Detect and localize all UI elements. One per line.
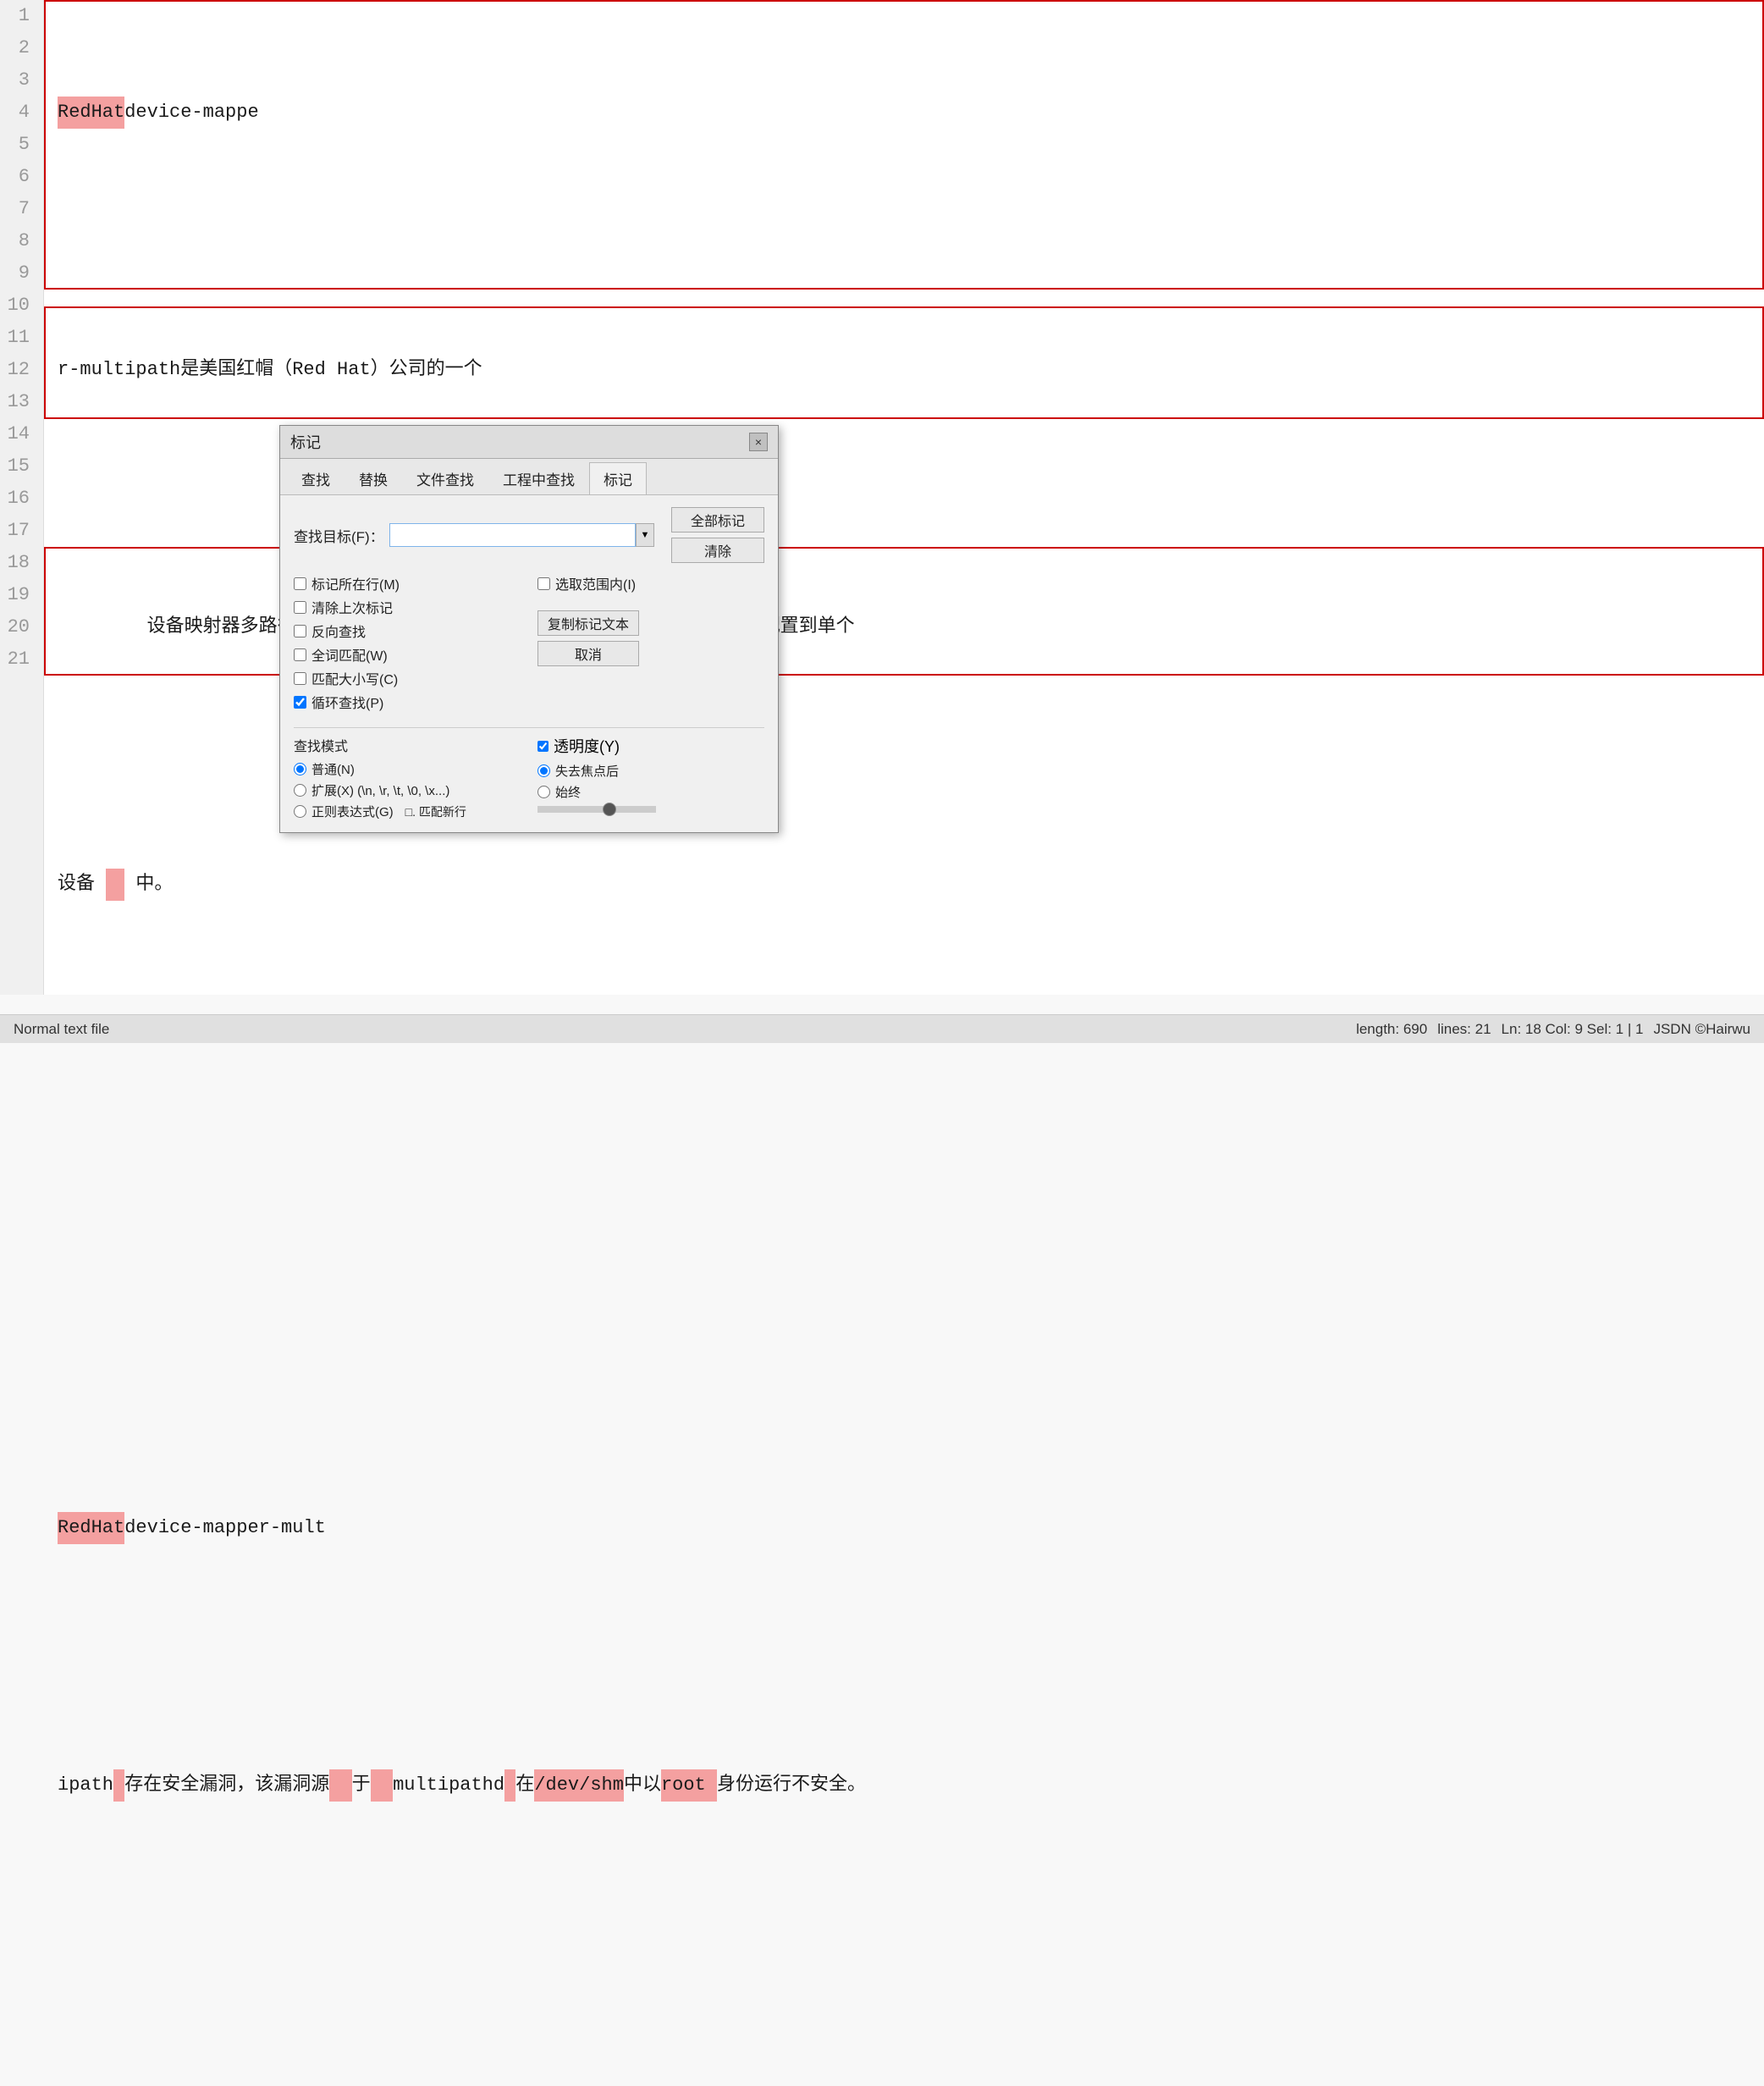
radio-on-focus-lost[interactable]: 失去焦点后 [537, 762, 764, 780]
cancel-button[interactable]: 取消 [537, 641, 639, 666]
status-bar: Normal text file length: 690 lines: 21 L… [0, 1014, 1764, 1043]
position-label: Ln: 18 Col: 9 Sel: 1 | 1 [1502, 1021, 1644, 1038]
radio-normal[interactable]: 普通(N) [294, 760, 521, 778]
tab-mark[interactable]: 标记 [589, 462, 647, 494]
mark-all-button[interactable]: 全部标记 [671, 507, 764, 533]
code-line-12: Red Hat device-mapper-mult [58, 1512, 1764, 1544]
code-line-13 [58, 1641, 1764, 1673]
length-label: length: 690 [1356, 1021, 1427, 1038]
checkbox-clear-prev-input[interactable] [294, 601, 306, 614]
checkbox-reverse-find[interactable]: 反向查找 [294, 621, 521, 641]
radio-normal-input[interactable] [294, 763, 306, 775]
find-dropdown-arrow[interactable]: ▼ [636, 523, 654, 547]
clear-button[interactable]: 清除 [671, 538, 764, 563]
copy-marked-button[interactable]: 复制标记文本 [537, 610, 639, 636]
code-line-9 [58, 1126, 1764, 1158]
checkbox-in-selection-input[interactable] [537, 577, 550, 590]
checkbox-in-selection[interactable]: 选取范围内(I) [537, 573, 764, 593]
radio-on-focus-lost-input[interactable] [537, 764, 550, 777]
action-buttons: 全部标记 清除 [671, 507, 764, 563]
radio-regex-input[interactable] [294, 805, 306, 818]
transparency-radios: 失去焦点后 始终 [537, 762, 764, 801]
checkbox-whole-word-input[interactable] [294, 648, 306, 661]
transparency-label: 透明度(Y) [554, 735, 620, 757]
code-line-14: ipath 存在安全漏洞，该漏洞源 于 multipathd 在/dev/shm… [58, 1769, 1764, 1802]
dialog-titlebar[interactable]: 标记 × [280, 426, 778, 459]
tab-find[interactable]: 查找 [287, 462, 345, 494]
code-line-16 [58, 2027, 1764, 2059]
find-mode-col: 查找模式 普通(N) 扩展(X) (\n, \r, \t, \0, \x...) [294, 735, 521, 820]
checkbox-wrap[interactable]: 循环查找(P) [294, 692, 521, 712]
radio-always[interactable]: 始终 [537, 783, 764, 801]
code-line-3: r-multipath是美国红帽（Red Hat）公司的一个 [58, 354, 1764, 386]
line-numbers: 12345 678910 1112131415 1617181920 21 [0, 0, 44, 995]
transparency-slider[interactable] [537, 806, 656, 813]
radio-always-input[interactable] [537, 786, 550, 798]
encoding-label: JSDN ©Hairwu [1653, 1021, 1750, 1038]
right-options: 选取范围内(I) 复制标记文本 取消 [537, 573, 764, 720]
find-mode-row: 查找模式 普通(N) 扩展(X) (\n, \r, \t, \0, \x...) [294, 727, 764, 820]
code-line-11 [58, 1383, 1764, 1416]
checkbox-mark-line-input[interactable] [294, 577, 306, 590]
dialog-close-button[interactable]: × [749, 433, 768, 451]
dialog-title: 标记 [290, 431, 321, 453]
status-left: Normal text file [14, 1021, 109, 1038]
find-target-label: 查找目标(F)： [294, 525, 384, 546]
transparency-checkbox[interactable] [537, 741, 548, 752]
lines-label: lines: 21 [1437, 1021, 1491, 1038]
find-mode-radios: 普通(N) 扩展(X) (\n, \r, \t, \0, \x...) 正则表达… [294, 760, 521, 820]
options-area: 标记所在行(M) 清除上次标记 反向查找 全词匹配(W) [294, 573, 764, 720]
find-input[interactable] [389, 523, 636, 547]
tab-file-find[interactable]: 文件查找 [402, 462, 488, 494]
checkbox-wrap-input[interactable] [294, 696, 306, 709]
radio-regex[interactable]: 正则表达式(G) □. 匹配新行 [294, 803, 521, 820]
checkbox-match-case[interactable]: 匹配大小写(C) [294, 668, 521, 688]
checkbox-match-case-input[interactable] [294, 672, 306, 685]
status-right: length: 690 lines: 21 Ln: 18 Col: 9 Sel:… [1356, 1021, 1750, 1038]
dialog-body: 查找目标(F)： ▼ 全部标记 清除 标记所在行(M) [280, 495, 778, 832]
left-options: 标记所在行(M) 清除上次标记 反向查找 全词匹配(W) [294, 573, 521, 720]
code-line-10 [58, 1255, 1764, 1287]
tab-replace[interactable]: 替换 [345, 462, 402, 494]
checkbox-whole-word[interactable]: 全词匹配(W) [294, 644, 521, 665]
transparency-col: 透明度(Y) 失去焦点后 始终 [537, 735, 764, 820]
transparency-slider-row[interactable] [537, 806, 764, 813]
code-line-15 [58, 1898, 1764, 1930]
tab-project-find[interactable]: 工程中查找 [488, 462, 589, 494]
highlight-span: Hat [91, 97, 125, 129]
code-line-1: Red Hat device-mappe [58, 97, 1764, 129]
checkbox-clear-prev[interactable]: 清除上次标记 [294, 597, 521, 617]
checkbox-reverse-find-input[interactable] [294, 625, 306, 637]
checkbox-mark-line[interactable]: 标记所在行(M) [294, 573, 521, 593]
dialog-tabs[interactable]: 查找 替换 文件查找 工程中查找 标记 [280, 459, 778, 495]
transparency-slider-thumb[interactable] [603, 803, 616, 816]
checkbox-group: 标记所在行(M) 清除上次标记 反向查找 全词匹配(W) [294, 573, 521, 712]
find-mode-label: 查找模式 [294, 735, 521, 755]
mark-dialog[interactable]: 标记 × 查找 替换 文件查找 工程中查找 标记 查找目标(F)： ▼ 全部标记… [279, 425, 779, 833]
code-line-7: 设备 中。 [58, 869, 1764, 901]
editor-area[interactable]: 12345 678910 1112131415 1617181920 21 Re… [0, 0, 1764, 995]
highlight-span: Red [58, 97, 91, 129]
radio-extended[interactable]: 扩展(X) (\n, \r, \t, \0, \x...) [294, 781, 521, 799]
file-type-label: Normal text file [14, 1021, 109, 1038]
radio-extended-input[interactable] [294, 784, 306, 797]
find-input-group[interactable]: ▼ [389, 523, 654, 547]
code-line-2 [58, 225, 1764, 257]
